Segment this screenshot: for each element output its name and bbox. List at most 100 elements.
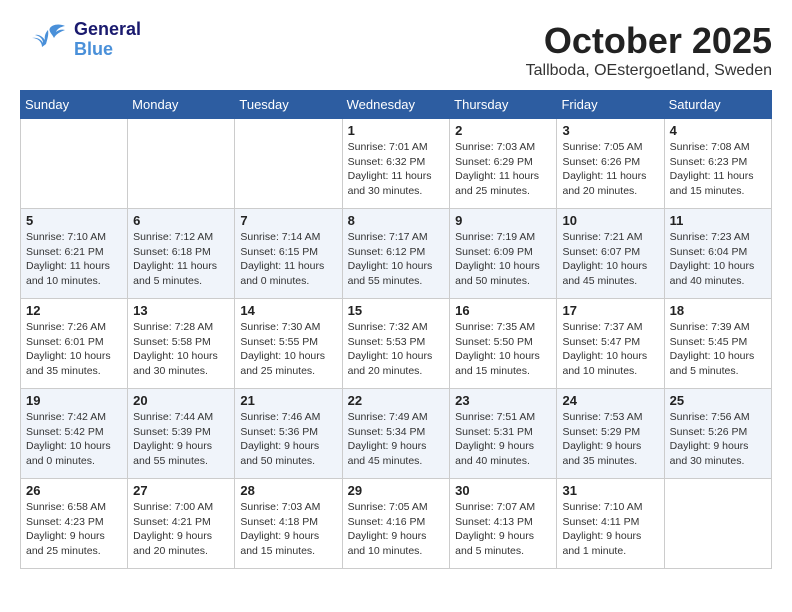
logo: General Blue bbox=[20, 20, 141, 60]
calendar-week-3: 12 Sunrise: 7:26 AMSunset: 6:01 PMDayligh… bbox=[21, 299, 772, 389]
header-sunday: Sunday bbox=[21, 91, 128, 119]
calendar-cell-w4-d6: 24 Sunrise: 7:53 AMSunset: 5:29 PMDayligh… bbox=[557, 389, 664, 479]
day-info: Sunrise: 7:00 AMSunset: 4:21 PMDaylight:… bbox=[133, 500, 229, 559]
day-number: 9 bbox=[455, 213, 551, 228]
calendar-cell-w2-d4: 8 Sunrise: 7:17 AMSunset: 6:12 PMDaylight… bbox=[342, 209, 450, 299]
calendar-cell-w1-d2 bbox=[128, 119, 235, 209]
day-number: 29 bbox=[348, 483, 445, 498]
calendar-cell-w5-d2: 27 Sunrise: 7:00 AMSunset: 4:21 PMDayligh… bbox=[128, 479, 235, 569]
calendar-cell-w1-d5: 2 Sunrise: 7:03 AMSunset: 6:29 PMDaylight… bbox=[450, 119, 557, 209]
calendar-cell-w1-d7: 4 Sunrise: 7:08 AMSunset: 6:23 PMDaylight… bbox=[664, 119, 771, 209]
calendar-cell-w5-d7 bbox=[664, 479, 771, 569]
day-number: 1 bbox=[348, 123, 445, 138]
calendar-header-row: Sunday Monday Tuesday Wednesday Thursday… bbox=[21, 91, 772, 119]
day-info: Sunrise: 7:21 AMSunset: 6:07 PMDaylight:… bbox=[562, 230, 658, 289]
calendar-cell-w1-d1 bbox=[21, 119, 128, 209]
location: Tallboda, OEstergoetland, Sweden bbox=[526, 62, 772, 80]
day-number: 31 bbox=[562, 483, 658, 498]
calendar-cell-w5-d6: 31 Sunrise: 7:10 AMSunset: 4:11 PMDayligh… bbox=[557, 479, 664, 569]
day-info: Sunrise: 7:28 AMSunset: 5:58 PMDaylight:… bbox=[133, 320, 229, 379]
calendar-cell-w1-d4: 1 Sunrise: 7:01 AMSunset: 6:32 PMDaylight… bbox=[342, 119, 450, 209]
day-number: 21 bbox=[240, 393, 336, 408]
day-info: Sunrise: 7:30 AMSunset: 5:55 PMDaylight:… bbox=[240, 320, 336, 379]
day-number: 14 bbox=[240, 303, 336, 318]
calendar-cell-w3-d3: 14 Sunrise: 7:30 AMSunset: 5:55 PMDayligh… bbox=[235, 299, 342, 389]
day-info: Sunrise: 7:26 AMSunset: 6:01 PMDaylight:… bbox=[26, 320, 122, 379]
day-info: Sunrise: 7:07 AMSunset: 4:13 PMDaylight:… bbox=[455, 500, 551, 559]
day-number: 27 bbox=[133, 483, 229, 498]
header-monday: Monday bbox=[128, 91, 235, 119]
calendar-week-5: 26Sunrise: 6:58 AMSunset: 4:23 PMDayligh… bbox=[21, 479, 772, 569]
day-info: Sunrise: 7:37 AMSunset: 5:47 PMDaylight:… bbox=[562, 320, 658, 379]
day-number: 5 bbox=[26, 213, 122, 228]
header-wednesday: Wednesday bbox=[342, 91, 450, 119]
day-info: Sunrise: 7:12 AMSunset: 6:18 PMDaylight:… bbox=[133, 230, 229, 289]
day-info: Sunrise: 7:10 AMSunset: 6:21 PMDaylight:… bbox=[26, 230, 122, 289]
day-number: 7 bbox=[240, 213, 336, 228]
day-number: 15 bbox=[348, 303, 445, 318]
day-number: 4 bbox=[670, 123, 766, 138]
calendar-cell-w5-d1: 26Sunrise: 6:58 AMSunset: 4:23 PMDayligh… bbox=[21, 479, 128, 569]
calendar-cell-w5-d5: 30 Sunrise: 7:07 AMSunset: 4:13 PMDayligh… bbox=[450, 479, 557, 569]
calendar-cell-w2-d3: 7 Sunrise: 7:14 AMSunset: 6:15 PMDaylight… bbox=[235, 209, 342, 299]
day-number: 2 bbox=[455, 123, 551, 138]
calendar-cell-w2-d7: 11Sunrise: 7:23 AMSunset: 6:04 PMDayligh… bbox=[664, 209, 771, 299]
day-number: 10 bbox=[562, 213, 658, 228]
calendar-cell-w4-d7: 25Sunrise: 7:56 AMSunset: 5:26 PMDayligh… bbox=[664, 389, 771, 479]
day-info: Sunrise: 7:32 AMSunset: 5:53 PMDaylight:… bbox=[348, 320, 445, 379]
day-info: Sunrise: 7:19 AMSunset: 6:09 PMDaylight:… bbox=[455, 230, 551, 289]
day-info: Sunrise: 7:44 AMSunset: 5:39 PMDaylight:… bbox=[133, 410, 229, 469]
day-info: Sunrise: 7:01 AMSunset: 6:32 PMDaylight:… bbox=[348, 140, 445, 199]
calendar-cell-w1-d6: 3Sunrise: 7:05 AMSunset: 6:26 PMDaylight… bbox=[557, 119, 664, 209]
day-number: 13 bbox=[133, 303, 229, 318]
month-title: October 2025 bbox=[526, 20, 772, 62]
day-number: 28 bbox=[240, 483, 336, 498]
calendar-cell-w2-d6: 10 Sunrise: 7:21 AMSunset: 6:07 PMDayligh… bbox=[557, 209, 664, 299]
day-info: Sunrise: 7:53 AMSunset: 5:29 PMDaylight:… bbox=[562, 410, 658, 469]
calendar-cell-w3-d7: 18Sunrise: 7:39 AMSunset: 5:45 PMDayligh… bbox=[664, 299, 771, 389]
day-number: 8 bbox=[348, 213, 445, 228]
calendar-cell-w3-d2: 13 Sunrise: 7:28 AMSunset: 5:58 PMDayligh… bbox=[128, 299, 235, 389]
day-info: Sunrise: 7:03 AMSunset: 4:18 PMDaylight:… bbox=[240, 500, 336, 559]
calendar-cell-w4-d1: 19Sunrise: 7:42 AMSunset: 5:42 PMDayligh… bbox=[21, 389, 128, 479]
day-info: Sunrise: 7:10 AMSunset: 4:11 PMDaylight:… bbox=[562, 500, 658, 559]
calendar-cell-w4-d2: 20Sunrise: 7:44 AMSunset: 5:39 PMDayligh… bbox=[128, 389, 235, 479]
logo-blue: Blue bbox=[74, 40, 141, 60]
day-number: 16 bbox=[455, 303, 551, 318]
calendar-cell-w3-d1: 12 Sunrise: 7:26 AMSunset: 6:01 PMDayligh… bbox=[21, 299, 128, 389]
calendar-cell-w3-d4: 15 Sunrise: 7:32 AMSunset: 5:53 PMDayligh… bbox=[342, 299, 450, 389]
day-info: Sunrise: 7:17 AMSunset: 6:12 PMDaylight:… bbox=[348, 230, 445, 289]
title-block: October 2025 Tallboda, OEstergoetland, S… bbox=[526, 20, 772, 80]
calendar-cell-w1-d3 bbox=[235, 119, 342, 209]
day-number: 30 bbox=[455, 483, 551, 498]
day-number: 12 bbox=[26, 303, 122, 318]
page-header: General Blue October 2025 Tallboda, OEst… bbox=[20, 20, 772, 80]
calendar-cell-w2-d5: 9 Sunrise: 7:19 AMSunset: 6:09 PMDaylight… bbox=[450, 209, 557, 299]
day-info: Sunrise: 7:08 AMSunset: 6:23 PMDaylight:… bbox=[670, 140, 766, 199]
day-number: 6 bbox=[133, 213, 229, 228]
logo-general: General bbox=[74, 20, 141, 40]
calendar-week-4: 19Sunrise: 7:42 AMSunset: 5:42 PMDayligh… bbox=[21, 389, 772, 479]
day-number: 18 bbox=[670, 303, 766, 318]
day-number: 17 bbox=[562, 303, 658, 318]
day-info: Sunrise: 7:03 AMSunset: 6:29 PMDaylight:… bbox=[455, 140, 551, 199]
day-number: 23 bbox=[455, 393, 551, 408]
calendar-cell-w2-d2: 6 Sunrise: 7:12 AMSunset: 6:18 PMDaylight… bbox=[128, 209, 235, 299]
day-info: Sunrise: 7:14 AMSunset: 6:15 PMDaylight:… bbox=[240, 230, 336, 289]
header-friday: Friday bbox=[557, 91, 664, 119]
calendar-cell-w3-d5: 16Sunrise: 7:35 AMSunset: 5:50 PMDayligh… bbox=[450, 299, 557, 389]
calendar-cell-w5-d3: 28 Sunrise: 7:03 AMSunset: 4:18 PMDayligh… bbox=[235, 479, 342, 569]
calendar-cell-w2-d1: 5 Sunrise: 7:10 AMSunset: 6:21 PMDaylight… bbox=[21, 209, 128, 299]
calendar-cell-w4-d4: 22Sunrise: 7:49 AMSunset: 5:34 PMDayligh… bbox=[342, 389, 450, 479]
day-number: 24 bbox=[562, 393, 658, 408]
calendar-week-1: 1 Sunrise: 7:01 AMSunset: 6:32 PMDaylight… bbox=[21, 119, 772, 209]
calendar-week-2: 5 Sunrise: 7:10 AMSunset: 6:21 PMDaylight… bbox=[21, 209, 772, 299]
day-number: 25 bbox=[670, 393, 766, 408]
header-tuesday: Tuesday bbox=[235, 91, 342, 119]
day-number: 11 bbox=[670, 213, 766, 228]
header-saturday: Saturday bbox=[664, 91, 771, 119]
logo-text: General Blue bbox=[74, 20, 141, 60]
calendar-table: Sunday Monday Tuesday Wednesday Thursday… bbox=[20, 90, 772, 569]
day-number: 3 bbox=[562, 123, 658, 138]
calendar-cell-w3-d6: 17 Sunrise: 7:37 AMSunset: 5:47 PMDayligh… bbox=[557, 299, 664, 389]
